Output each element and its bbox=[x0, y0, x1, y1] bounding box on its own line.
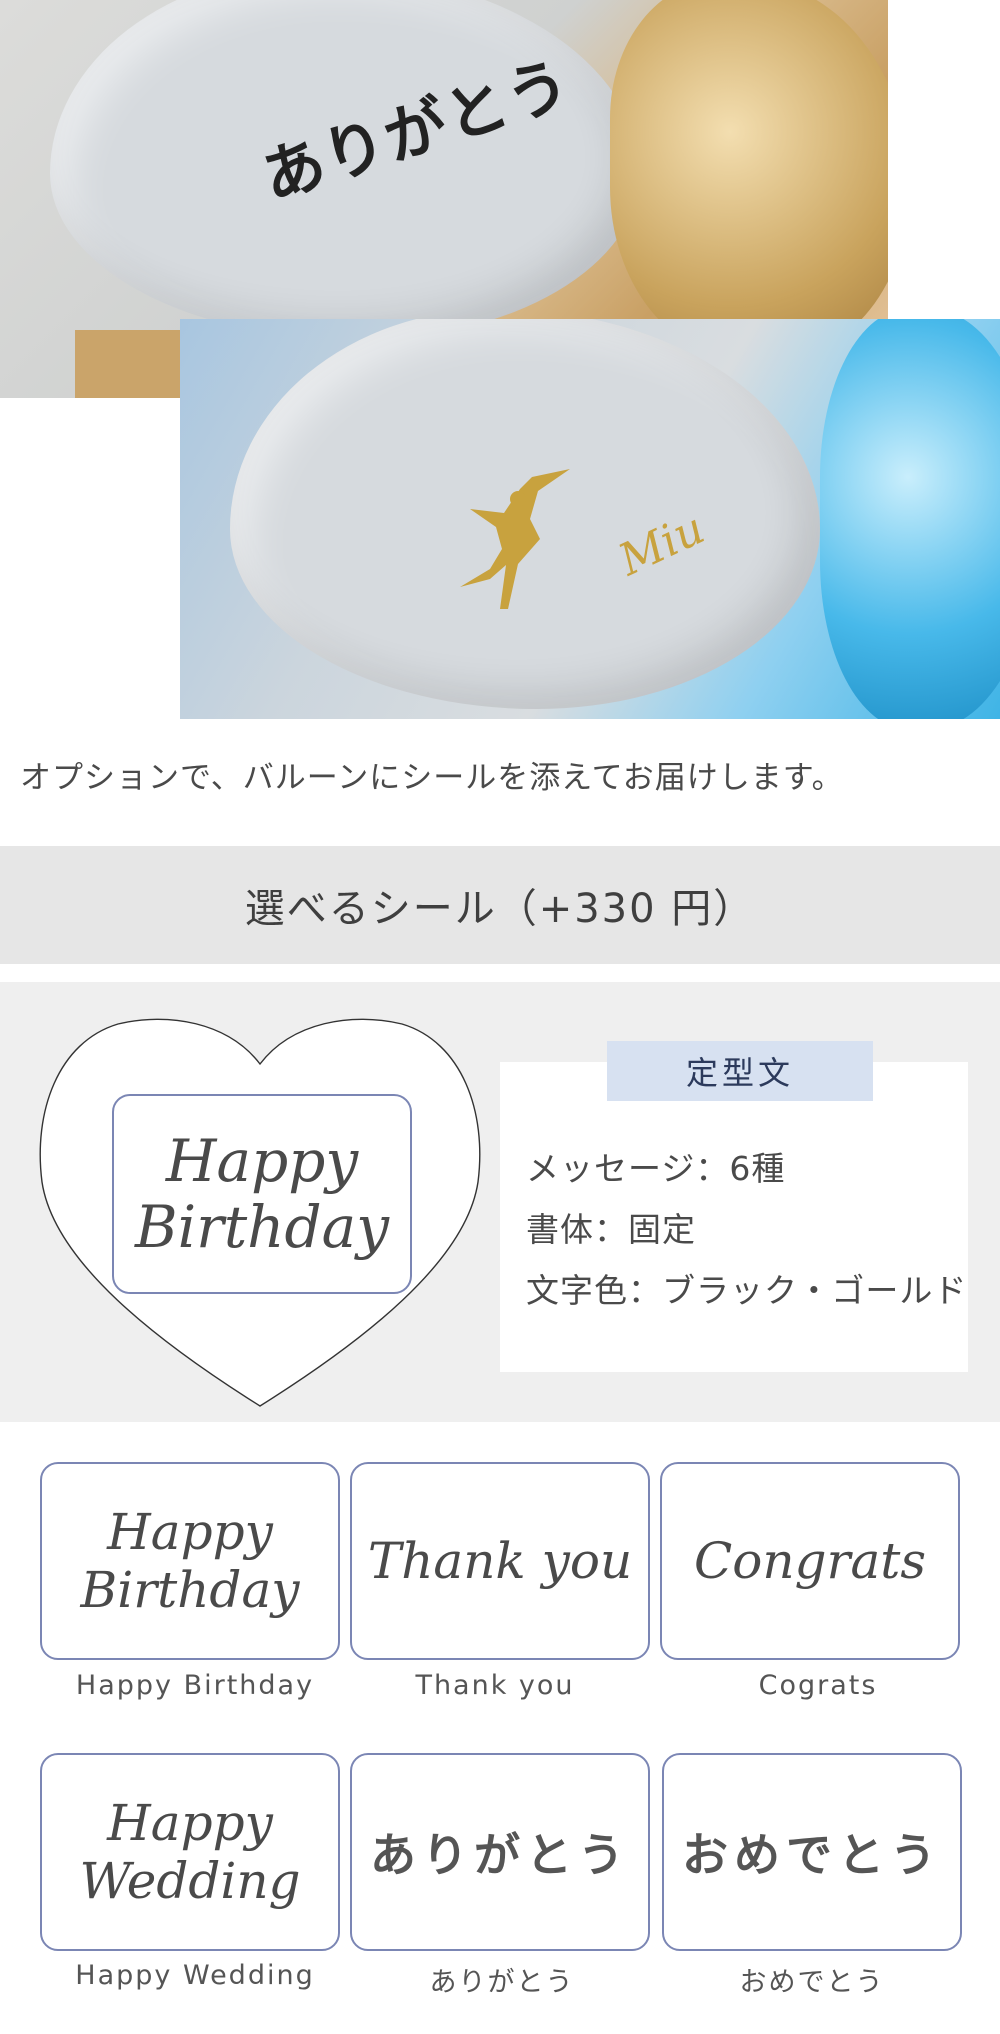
spec-message-count: メッセージ：6種 bbox=[526, 1149, 786, 1188]
sticker-label-omedetou: おめでとう bbox=[739, 1967, 885, 1998]
sticker-label-happy-birthday: Happy Birthday bbox=[75, 1670, 315, 1701]
stand-decoration bbox=[75, 330, 185, 398]
dancer-silhouette-icon bbox=[460, 469, 570, 609]
sticker-omedetou[interactable]: おめでとう bbox=[662, 1753, 962, 1951]
spec-font: 書体：固定 bbox=[526, 1210, 696, 1249]
option-caption: オプションで、バルーンにシールを添えてお届けします。 bbox=[20, 760, 844, 796]
sticker-label-thank-you: Thank you bbox=[415, 1670, 575, 1701]
sticker-label-happy-wedding: Happy Wedding bbox=[75, 1960, 315, 1991]
product-photo-dancer: Miu bbox=[180, 319, 1000, 719]
sticker-congrats[interactable]: Congrats bbox=[660, 1462, 960, 1660]
sticker-arigatou[interactable]: ありがとう bbox=[350, 1753, 650, 1951]
spec-tag: 定型文 bbox=[607, 1041, 873, 1101]
sticker-label-arigatou: ありがとう bbox=[429, 1967, 575, 1998]
sticker-happy-birthday[interactable]: Happy Birthday bbox=[40, 1462, 340, 1660]
sample-sticker: Happy Birthday bbox=[112, 1094, 412, 1294]
section-title: 選べるシール（+330 円） bbox=[0, 846, 1000, 964]
sticker-label-congrats: Cograts bbox=[758, 1670, 878, 1701]
sticker-happy-wedding[interactable]: Happy Wedding bbox=[40, 1753, 340, 1951]
sticker-thank-you[interactable]: Thank you bbox=[350, 1462, 650, 1660]
spec-text-color: 文字色：ブラック・ゴールド bbox=[526, 1271, 968, 1310]
